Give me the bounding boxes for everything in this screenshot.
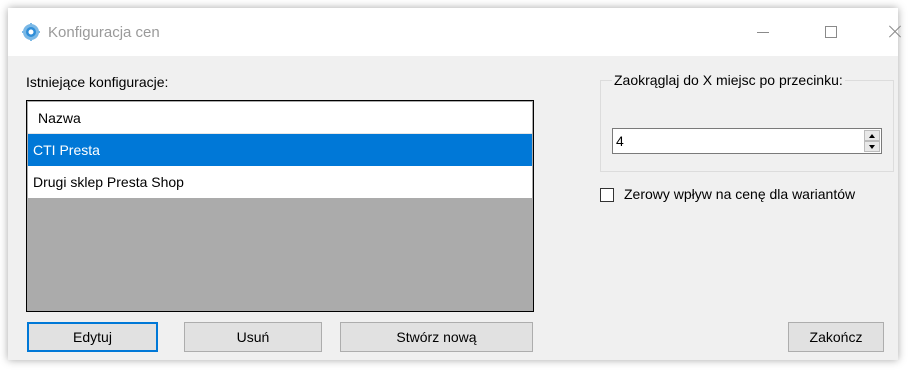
window-title: Konfiguracja cen bbox=[48, 24, 160, 41]
list-item-selected[interactable]: CTI Presta bbox=[28, 134, 532, 166]
stepper-down-button[interactable] bbox=[864, 141, 880, 152]
configurations-list[interactable]: Nazwa CTI Presta Drugi sklep Presta Shop bbox=[26, 100, 534, 312]
list-item-label: CTI Presta bbox=[33, 142, 100, 158]
rounding-stepper[interactable]: 4 bbox=[612, 128, 882, 154]
zero-impact-checkbox[interactable] bbox=[600, 188, 614, 202]
rounding-label: Zaokrąglaj do X miejsc po przecinku: bbox=[612, 72, 845, 88]
arrow-down-icon bbox=[869, 145, 875, 149]
column-header-label: Nazwa bbox=[38, 110, 81, 126]
rounding-groupbox bbox=[600, 80, 894, 172]
minimize-icon bbox=[757, 31, 769, 33]
list-item-label: Drugi sklep Presta Shop bbox=[33, 174, 184, 190]
minimize-button[interactable] bbox=[740, 8, 786, 56]
rounding-value[interactable]: 4 bbox=[616, 133, 624, 149]
configurations-label: Istniejące konfiguracje: bbox=[26, 74, 169, 90]
gear-blue-icon bbox=[22, 23, 40, 41]
maximize-icon bbox=[825, 26, 837, 38]
delete-button[interactable]: Usuń bbox=[184, 322, 322, 352]
list-item[interactable]: Drugi sklep Presta Shop bbox=[28, 166, 532, 198]
title-bar[interactable]: Konfiguracja cen bbox=[8, 8, 898, 56]
close-button[interactable] bbox=[872, 8, 910, 56]
zero-impact-label[interactable]: Zerowy wpływ na cenę dla wariantów bbox=[624, 186, 855, 202]
maximize-button[interactable] bbox=[808, 8, 854, 56]
stepper-up-button[interactable] bbox=[864, 130, 880, 141]
arrow-up-icon bbox=[869, 134, 875, 138]
create-new-button[interactable]: Stwórz nową bbox=[340, 322, 533, 352]
close-icon bbox=[888, 25, 902, 39]
stepper-buttons bbox=[864, 130, 880, 152]
column-header-name[interactable]: Nazwa bbox=[28, 102, 532, 134]
edit-button[interactable]: Edytuj bbox=[27, 322, 158, 352]
finish-button[interactable]: Zakończ bbox=[788, 322, 884, 352]
